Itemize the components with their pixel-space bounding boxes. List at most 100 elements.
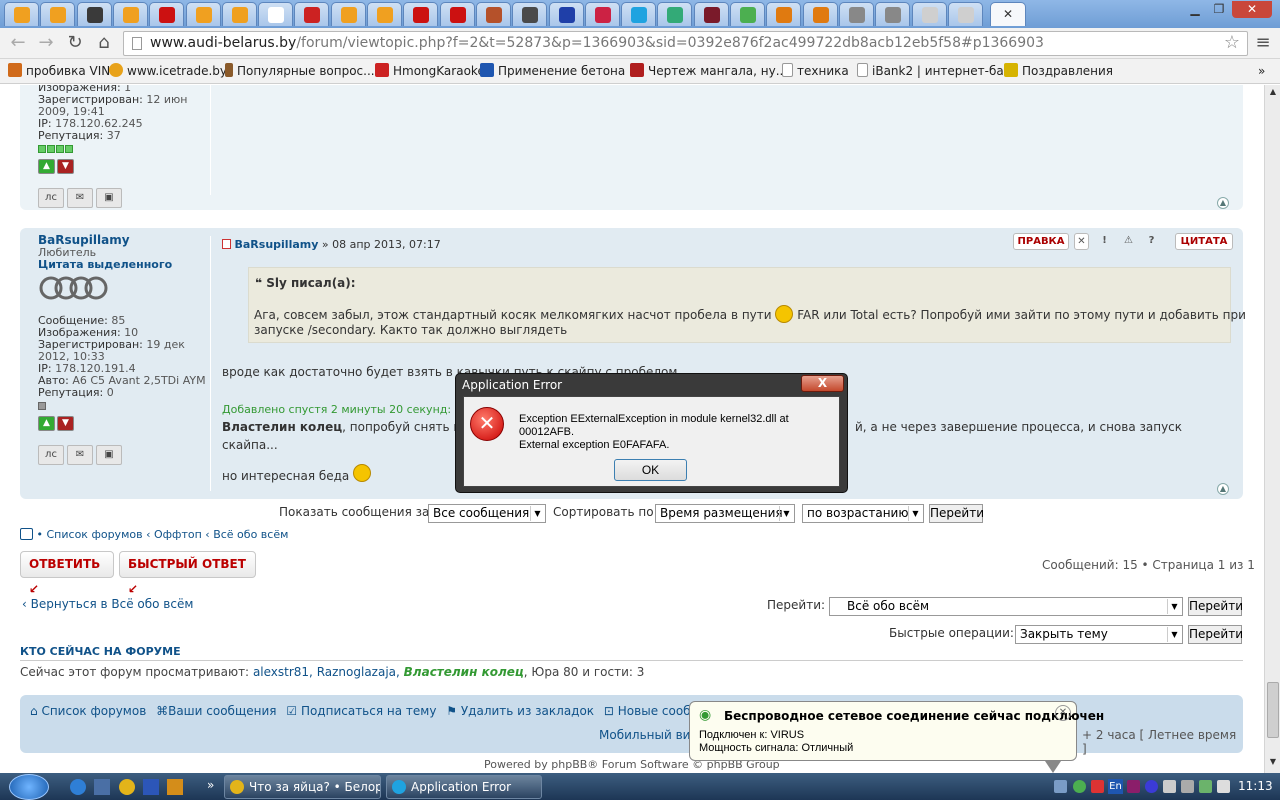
- tray-icon[interactable]: [1181, 780, 1194, 793]
- browser-tab[interactable]: [548, 2, 584, 26]
- footer-your-posts-link[interactable]: Ваши сообщения: [168, 704, 276, 718]
- back-icon[interactable]: ←: [6, 32, 30, 54]
- back-to-top-icon[interactable]: ▲: [1217, 197, 1229, 209]
- report-icon[interactable]: !: [1097, 233, 1112, 250]
- bookmark-item[interactable]: техника: [782, 62, 849, 80]
- home-icon[interactable]: ⌂: [92, 32, 116, 54]
- browser-tab[interactable]: [367, 2, 402, 26]
- browser-tab[interactable]: [330, 2, 366, 26]
- bookmark-item[interactable]: HmongKaraoke: [375, 62, 485, 80]
- tray-icon[interactable]: [1199, 780, 1212, 793]
- start-button[interactable]: [9, 774, 49, 800]
- wifi-notification[interactable]: ◉ Беспроводное сетевое соединение сейчас…: [689, 701, 1104, 773]
- edit-button[interactable]: ПРАВКА: [1013, 233, 1069, 250]
- browser-tab[interactable]: [439, 2, 475, 26]
- minimize-icon[interactable]: ▁: [1184, 1, 1206, 18]
- active-tab-close-icon[interactable]: ✕: [990, 2, 1026, 26]
- quick-reply-button[interactable]: БЫСТРЫЙ ОТВЕТ ↙: [119, 551, 256, 596]
- browser-tab[interactable]: [730, 2, 765, 26]
- email-icon[interactable]: ✉: [67, 445, 93, 465]
- rep-plus-icon[interactable]: ▲: [38, 416, 55, 431]
- bookmark-item[interactable]: Поздравления: [1004, 62, 1113, 80]
- bookmark-item[interactable]: Применение бетона ...: [480, 62, 641, 80]
- online-moderator[interactable]: Властелин колец: [404, 665, 524, 679]
- pm-button[interactable]: лс: [38, 188, 64, 208]
- reply-button[interactable]: ОТВЕТИТЬ ↙: [20, 551, 114, 596]
- scroll-thumb[interactable]: [1267, 682, 1279, 738]
- rep-minus-icon[interactable]: ▼: [57, 159, 74, 174]
- browser-tab[interactable]: [875, 2, 911, 26]
- browser-tab[interactable]: [258, 2, 294, 26]
- address-bar[interactable]: www.audi-belarus.by/forum/viewtopic.php?…: [123, 31, 1248, 56]
- notification-close-icon[interactable]: ✕: [1055, 705, 1071, 721]
- bookmark-item[interactable]: пробивка VIN: [8, 62, 110, 80]
- page-scrollbar[interactable]: ▲ ▼: [1264, 85, 1280, 773]
- rep-minus-icon[interactable]: ▼: [57, 416, 74, 431]
- sort-order-select[interactable]: по возрастанию ▼: [802, 504, 924, 523]
- footer-forums-link[interactable]: Список форумов: [41, 704, 146, 718]
- online-user-list[interactable]: alexstr81, Raznoglazaja,: [253, 665, 400, 679]
- bookmark-item[interactable]: iBank2 | интернет-ба...: [857, 62, 1015, 80]
- totalcmd-icon[interactable]: [94, 779, 110, 795]
- browser-tab[interactable]: [621, 2, 657, 26]
- more-bookmarks-icon[interactable]: »: [1258, 62, 1265, 80]
- chrome-icon[interactable]: [119, 779, 135, 795]
- browser-tab[interactable]: [4, 2, 39, 26]
- browser-tab[interactable]: [911, 2, 947, 26]
- scroll-down-icon[interactable]: ▼: [1267, 757, 1279, 769]
- jump-select[interactable]: Всё обо всём ▼: [829, 597, 1183, 616]
- browser-tab[interactable]: [294, 2, 330, 26]
- sort-by-select[interactable]: Время размещения ▼: [655, 504, 795, 523]
- delete-icon[interactable]: ✕: [1074, 233, 1089, 250]
- browser-tab[interactable]: [76, 2, 112, 26]
- taskbar-error-window[interactable]: Application Error: [386, 775, 542, 799]
- volume-icon[interactable]: [1217, 780, 1230, 793]
- jump-go-button[interactable]: Перейти: [1188, 597, 1243, 616]
- footer-remove-bookmark-link[interactable]: Удалить из закладок: [461, 704, 594, 718]
- show-posts-select[interactable]: Все сообщения ▼: [428, 504, 546, 523]
- forward-icon[interactable]: →: [34, 32, 58, 54]
- dialog-ok-button[interactable]: OK: [614, 459, 687, 481]
- breadcrumb-link[interactable]: Всё обо всём: [213, 528, 288, 541]
- rep-plus-icon[interactable]: ▲: [38, 159, 55, 174]
- browser-tab[interactable]: [693, 2, 729, 26]
- ie-icon[interactable]: [70, 779, 86, 795]
- restore-icon[interactable]: ❐: [1208, 1, 1230, 18]
- bookmark-item[interactable]: Чертеж мангала, ну...: [630, 62, 787, 80]
- scroll-up-icon[interactable]: ▲: [1267, 87, 1279, 99]
- language-indicator[interactable]: En: [1108, 779, 1123, 794]
- more-icon[interactable]: »: [207, 778, 214, 792]
- contact-icon[interactable]: ▣: [96, 188, 122, 208]
- pm-button[interactable]: лс: [38, 445, 64, 465]
- tray-icon[interactable]: [1145, 780, 1158, 793]
- breadcrumb-link[interactable]: Список форумов: [47, 528, 143, 541]
- back-to-forum-link[interactable]: ‹ Вернуться в Всё обо всём: [22, 597, 193, 611]
- info-icon[interactable]: ?: [1144, 233, 1159, 250]
- browser-tab[interactable]: [403, 2, 439, 26]
- browser-tab[interactable]: [149, 2, 185, 26]
- post-author-name[interactable]: BaRsupillamy: [38, 233, 206, 247]
- back-to-top-icon[interactable]: ▲: [1217, 483, 1229, 495]
- sort-go-button[interactable]: Перейти: [929, 504, 984, 523]
- network-tray-icon[interactable]: [1054, 780, 1067, 793]
- post-header-author[interactable]: BaRsupillamy: [235, 238, 319, 251]
- browser-tab[interactable]: [112, 2, 148, 26]
- app-icon[interactable]: [167, 779, 183, 795]
- menu-icon[interactable]: ≡: [1251, 32, 1275, 54]
- warn-icon[interactable]: ⚠: [1121, 233, 1136, 250]
- bookmark-star-icon[interactable]: ☆: [1220, 32, 1244, 54]
- footer-mobile-link[interactable]: Мобильный вид: [599, 728, 699, 742]
- onenote-tray-icon[interactable]: [1127, 780, 1140, 793]
- browser-tab[interactable]: [512, 2, 548, 26]
- quick-mod-go-button[interactable]: Перейти: [1188, 625, 1243, 644]
- clock[interactable]: 11:13: [1238, 779, 1273, 793]
- window-close-icon[interactable]: ✕: [1232, 1, 1272, 18]
- contact-icon[interactable]: ▣: [96, 445, 122, 465]
- bookmark-item[interactable]: Популярные вопрос...: [225, 62, 375, 80]
- browser-tab[interactable]: [221, 2, 257, 26]
- quick-mod-select[interactable]: Закрыть тему ▼: [1015, 625, 1183, 644]
- reload-icon[interactable]: ↻: [63, 32, 87, 54]
- browser-tab[interactable]: [475, 2, 511, 26]
- bookmark-item[interactable]: www.icetrade.by: [109, 62, 227, 80]
- tray-icon[interactable]: [1163, 780, 1176, 793]
